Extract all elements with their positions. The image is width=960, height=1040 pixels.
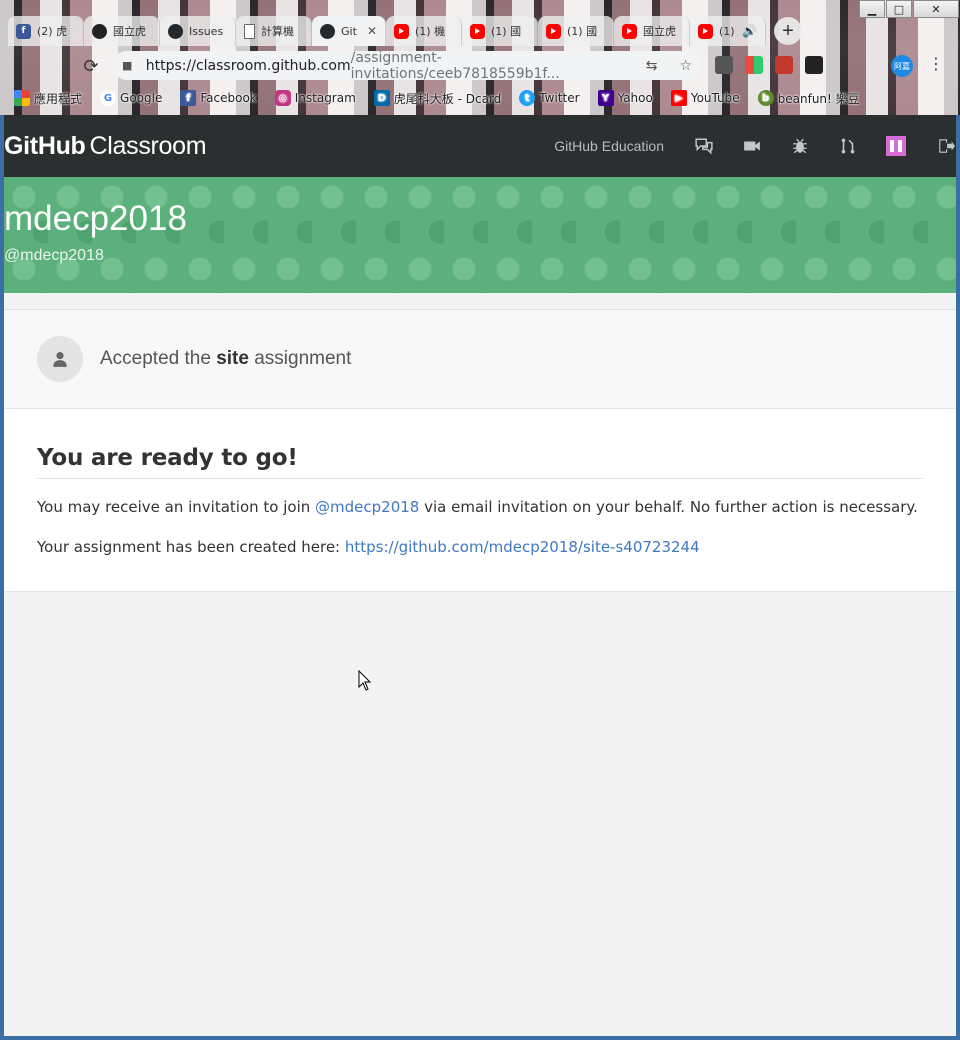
instagram-icon: ◎ xyxy=(274,90,291,106)
reload-icon[interactable]: ⟳ xyxy=(80,55,102,77)
tab-label: 國立虎 xyxy=(643,25,676,38)
bookmark-instagram[interactable]: ◎ Instagram xyxy=(274,90,356,106)
organization-banner: mdecp2018 @mdecp2018 xyxy=(4,177,956,293)
organization-handle: @mdecp2018 xyxy=(4,247,104,264)
tab-label: (1) 國 xyxy=(491,25,522,38)
url-host: https://classroom.github.com xyxy=(145,57,351,74)
divider xyxy=(37,478,923,479)
browser-tab-active[interactable]: Git ✕ xyxy=(312,16,386,46)
minimize-button[interactable]: ▁ xyxy=(859,0,885,18)
bookmark-youtube[interactable]: ▶ YouTube xyxy=(670,90,740,106)
tab-strip: f (2) 虎 國立虎 Issues 計算機 Git ✕ (1) 機 (1) 國 xyxy=(8,14,802,46)
browser-tab[interactable]: (1) 機 xyxy=(386,16,462,46)
assignment-name: site xyxy=(216,348,249,369)
browser-chrome: ▁ □ ✕ f (2) 虎 國立虎 Issues 計算機 Git ✕ (1) 機 xyxy=(0,0,960,115)
browser-tab[interactable]: (1) 國 xyxy=(462,16,538,46)
cat-icon xyxy=(92,23,107,39)
assignment-created-notice: Your assignment has been created here: h… xyxy=(37,538,700,556)
organization-link[interactable]: @mdecp2018 xyxy=(315,498,419,516)
comment-discussion-icon[interactable] xyxy=(694,136,714,156)
new-tab-button[interactable]: + xyxy=(774,17,802,45)
url-path: /assignment-invitations/ceeb7818559b1f..… xyxy=(350,49,560,82)
user-avatar-icon[interactable] xyxy=(886,136,906,156)
youtube-icon xyxy=(546,23,561,39)
bookmark-yahoo[interactable]: Y Yahoo xyxy=(597,90,653,106)
bookmark-twitter[interactable]: t Twitter xyxy=(519,90,580,106)
ready-panel: You are ready to go! You may receive an … xyxy=(4,409,956,592)
youtube-icon xyxy=(394,23,409,39)
browser-tab[interactable]: (1) 國 xyxy=(538,16,614,46)
browser-tab[interactable]: 計算機 xyxy=(236,16,312,46)
tab-label: 國立虎 xyxy=(113,25,146,38)
tab-label: Issues xyxy=(189,24,224,38)
organization-name: mdecp2018 xyxy=(4,199,187,238)
apps-grid-icon xyxy=(14,90,30,106)
document-icon xyxy=(244,23,255,39)
youtube-icon xyxy=(470,23,485,39)
browser-tab[interactable]: (1) 🔊 xyxy=(690,16,766,46)
bookmarks-bar: 應用程式 G Google f Facebook ◎ Instagram D 虎… xyxy=(14,88,860,108)
bookmark-facebook[interactable]: f Facebook xyxy=(180,90,257,106)
dcard-icon: D xyxy=(373,90,390,106)
git-pull-request-icon[interactable] xyxy=(838,136,858,156)
bookmark-star-icon[interactable]: ☆ xyxy=(679,58,692,74)
invitation-notice: You may receive an invitation to join @m… xyxy=(37,498,918,516)
speaker-icon: 🔊 xyxy=(742,24,757,38)
youtube-icon xyxy=(622,23,637,39)
sign-out-icon[interactable] xyxy=(936,136,956,156)
github-education-link[interactable]: GitHub Education xyxy=(554,138,664,154)
tab-label: (2) 虎 xyxy=(37,25,68,38)
beanfun-icon: b xyxy=(757,90,774,106)
translate-icon[interactable]: ⇆ xyxy=(646,58,658,74)
profile-avatar[interactable]: 阿嘉 xyxy=(891,55,913,77)
page-viewport: GitHub Classroom GitHub Education mdecp2 xyxy=(4,115,956,1036)
browser-toolbar: ⟳ ■ https://classroom.github.com/assignm… xyxy=(0,48,960,84)
repository-link[interactable]: https://github.com/mdecp2018/site-s40723… xyxy=(345,538,700,556)
mouse-cursor-icon xyxy=(358,670,372,691)
extension-icon[interactable] xyxy=(775,56,793,74)
google-icon: G xyxy=(100,90,117,106)
bug-icon[interactable] xyxy=(790,136,810,156)
header-nav: GitHub Education xyxy=(554,115,956,177)
tab-label: (1) 機 xyxy=(415,25,446,38)
facebook-icon: f xyxy=(180,90,197,106)
bookmark-dcard[interactable]: D 虎尾科大板 - Dcard xyxy=(373,90,501,107)
browser-tab[interactable]: 國立虎 xyxy=(614,16,690,46)
address-bar[interactable]: ■ https://classroom.github.com/assignmen… xyxy=(112,49,702,82)
tab-close-icon[interactable]: ✕ xyxy=(367,24,377,38)
browser-tab[interactable]: Issues xyxy=(160,16,236,46)
youtube-icon: ▶ xyxy=(670,90,687,106)
extension-icon[interactable] xyxy=(745,56,763,74)
window-controls: ▁ □ ✕ xyxy=(859,0,960,20)
tab-label: (1) xyxy=(719,24,735,38)
twitter-icon: t xyxy=(519,90,536,106)
tab-label: (1) 國 xyxy=(567,25,598,38)
browser-tab[interactable]: f (2) 虎 xyxy=(8,16,84,46)
yahoo-icon: Y xyxy=(597,90,614,106)
facebook-icon: f xyxy=(16,23,31,39)
ready-heading: You are ready to go! xyxy=(37,445,298,471)
lock-icon: ■ xyxy=(122,59,133,72)
accepted-message: Accepted the site assignment xyxy=(100,348,352,369)
youtube-icon xyxy=(698,23,713,39)
person-icon xyxy=(37,336,83,382)
bookmark-apps[interactable]: 應用程式 xyxy=(14,90,82,107)
tab-label: Git xyxy=(341,24,357,38)
maximize-button[interactable]: □ xyxy=(886,0,912,18)
github-icon xyxy=(168,23,183,39)
extension-icons xyxy=(715,56,823,74)
site-header: GitHub Classroom GitHub Education xyxy=(4,115,956,177)
bookmark-beanfun[interactable]: b beanfun! 樂豆 xyxy=(757,90,860,107)
accepted-assignment-banner: Accepted the site assignment xyxy=(4,309,956,409)
bookmark-google[interactable]: G Google xyxy=(100,90,162,106)
video-icon[interactable] xyxy=(742,136,762,156)
close-window-button[interactable]: ✕ xyxy=(913,0,959,18)
extension-icon[interactable] xyxy=(805,56,823,74)
extension-icon[interactable] xyxy=(715,56,733,74)
menu-icon[interactable]: ⋮ xyxy=(928,54,944,74)
github-icon xyxy=(320,23,335,39)
tab-label: 計算機 xyxy=(261,25,294,38)
browser-tab[interactable]: 國立虎 xyxy=(84,16,160,46)
github-classroom-logo[interactable]: GitHub Classroom xyxy=(4,132,207,161)
